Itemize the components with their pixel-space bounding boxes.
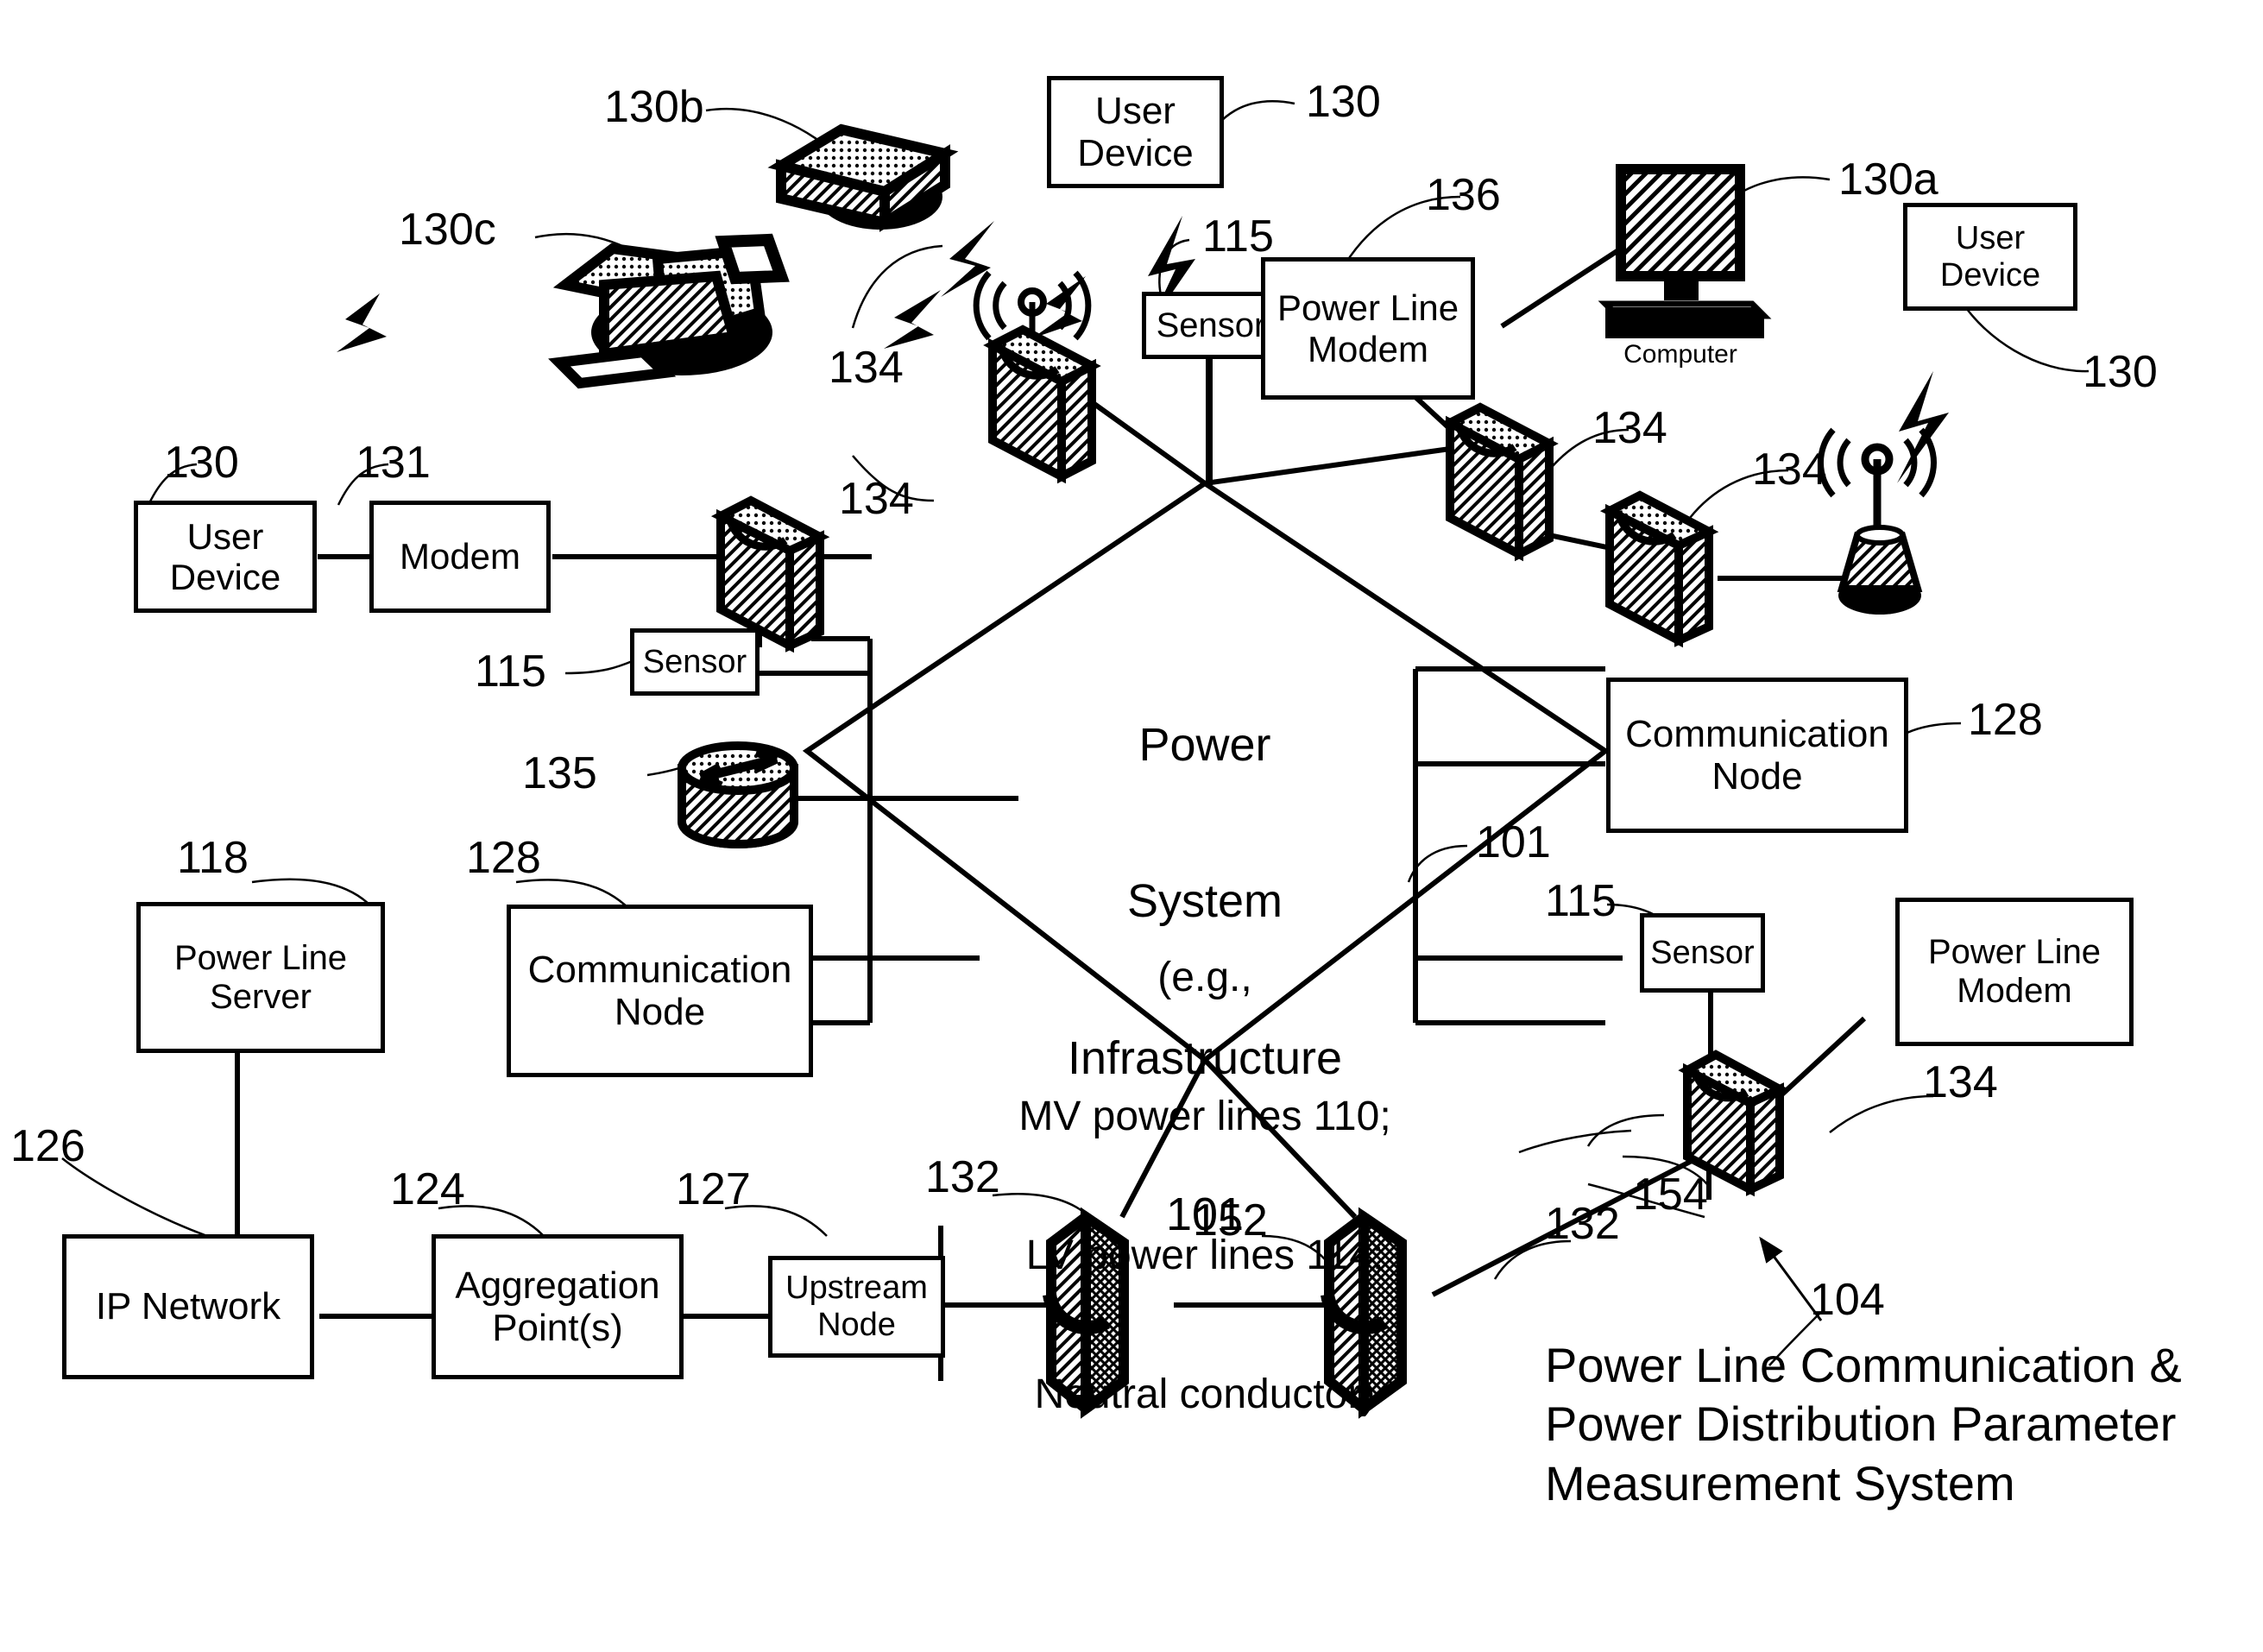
ref-134-top-right: 134 bbox=[1592, 403, 1667, 453]
ref-130-left: 130 bbox=[164, 438, 239, 488]
box-aggregation-points-label: Aggregation Point(s) bbox=[455, 1264, 660, 1349]
box-ip-network[interactable]: IP Network bbox=[62, 1234, 314, 1379]
transformer-icon-134-top-right bbox=[1440, 402, 1559, 562]
center-title-line1: Power bbox=[1138, 718, 1271, 771]
ref-130a: 130a bbox=[1838, 154, 1938, 205]
ref-124: 124 bbox=[390, 1164, 465, 1214]
transformer-icon-134-left bbox=[710, 495, 830, 653]
box-modem-left-label: Modem bbox=[399, 536, 521, 577]
center-sub-line4: Neutral conductor) bbox=[1034, 1371, 1376, 1418]
computer-icon-130a bbox=[1598, 164, 1772, 338]
ref-136: 136 bbox=[1426, 170, 1501, 220]
figure-caption: Power Line Communication & Power Distribu… bbox=[1545, 1338, 2182, 1510]
fax-machine-icon-130c bbox=[548, 233, 790, 389]
ref-130c: 130c bbox=[399, 205, 496, 255]
center-sub-line1: (e.g., bbox=[1157, 954, 1252, 1000]
ref-115-top: 115 bbox=[1202, 211, 1274, 262]
ref-152: 152 bbox=[1193, 1195, 1268, 1245]
box-user-device-left-label: User Device bbox=[169, 515, 281, 597]
box-sensor-top-label: Sensor bbox=[1156, 306, 1266, 344]
ref-115-left: 115 bbox=[475, 646, 546, 697]
box-user-device-top-label: User Device bbox=[1077, 89, 1194, 174]
box-user-device-right[interactable]: User Device bbox=[1903, 203, 2077, 311]
ref-118: 118 bbox=[177, 833, 249, 883]
box-power-line-modem-top-label: Power Line Modem bbox=[1276, 287, 1459, 369]
radio-tower-icon-right bbox=[1817, 427, 1938, 615]
box-power-line-server-label: Power Line Server bbox=[173, 938, 348, 1016]
ref-115-right: 115 bbox=[1545, 876, 1617, 926]
box-user-device-right-label: User Device bbox=[1939, 219, 2041, 293]
ref-135: 135 bbox=[522, 748, 597, 798]
box-communication-node-right-label: Communication Node bbox=[1625, 712, 1889, 798]
ref-127: 127 bbox=[676, 1164, 751, 1214]
ref-130b: 130b bbox=[604, 82, 704, 132]
box-modem-left[interactable]: Modem bbox=[369, 501, 551, 613]
ref-128-right: 128 bbox=[1968, 695, 2043, 745]
box-sensor-left[interactable]: Sensor bbox=[630, 628, 760, 696]
box-sensor-right-label: Sensor bbox=[1650, 934, 1755, 971]
box-ip-network-label: IP Network bbox=[95, 1285, 281, 1328]
ref-134-bottom-right: 134 bbox=[1923, 1057, 1998, 1107]
ref-134-right: 134 bbox=[1752, 445, 1827, 495]
box-communication-node-left[interactable]: Communication Node bbox=[507, 905, 813, 1077]
transformer-icon-134-right bbox=[1599, 490, 1719, 648]
box-communication-node-left-label: Communication Node bbox=[527, 948, 792, 1033]
lightning-bolt-icon bbox=[337, 293, 387, 352]
box-power-line-modem-top[interactable]: Power Line Modem bbox=[1261, 257, 1475, 400]
ref-126: 126 bbox=[10, 1121, 85, 1171]
box-power-line-modem-right[interactable]: Power Line Modem bbox=[1895, 898, 2134, 1046]
ref-101-right: 101 bbox=[1476, 817, 1551, 867]
box-power-line-modem-right-label: Power Line Modem bbox=[1927, 933, 2102, 1010]
ref-134-top-left: 134 bbox=[829, 343, 904, 393]
ref-128-left: 128 bbox=[466, 833, 541, 883]
box-sensor-left-label: Sensor bbox=[642, 643, 747, 680]
ref-104: 104 bbox=[1810, 1275, 1885, 1325]
box-upstream-node[interactable]: Upstream Node bbox=[768, 1256, 945, 1358]
computer-icon-caption: Computer bbox=[1623, 340, 1737, 369]
laptop-icon-130b bbox=[767, 123, 959, 232]
patent-figure: User Device Sensor Power Line Modem User De… bbox=[0, 0, 2263, 1652]
ref-154: 154 bbox=[1633, 1170, 1708, 1220]
center-sub-line2: MV power lines 110; bbox=[1018, 1093, 1391, 1139]
box-sensor-top[interactable]: Sensor bbox=[1142, 292, 1280, 359]
box-user-device-left[interactable]: User Device bbox=[134, 501, 317, 613]
ref-132-right: 132 bbox=[1545, 1199, 1620, 1249]
ref-134-left: 134 bbox=[839, 474, 914, 524]
box-power-line-server[interactable]: Power Line Server bbox=[136, 902, 385, 1053]
ref-130-right: 130 bbox=[2083, 347, 2158, 397]
center-subtext: (e.g., MV power lines 110; LV power line… bbox=[1018, 861, 1390, 1511]
box-aggregation-points[interactable]: Aggregation Point(s) bbox=[432, 1234, 684, 1379]
lightning-bolt-icon bbox=[1897, 371, 1949, 483]
box-upstream-node-label: Upstream Node bbox=[785, 1270, 928, 1343]
box-sensor-right[interactable]: Sensor bbox=[1640, 913, 1765, 993]
router-icon-135 bbox=[678, 741, 798, 848]
ref-132-left: 132 bbox=[925, 1152, 1000, 1202]
box-user-device-top[interactable]: User Device bbox=[1047, 76, 1224, 188]
lightning-bolt-icon bbox=[941, 221, 994, 297]
lightning-bolt-icon bbox=[884, 290, 941, 349]
ref-131: 131 bbox=[356, 438, 431, 488]
box-communication-node-right[interactable]: Communication Node bbox=[1606, 678, 1908, 833]
ref-130-top: 130 bbox=[1306, 77, 1381, 127]
transformer-icon-134-top-left bbox=[983, 325, 1101, 484]
